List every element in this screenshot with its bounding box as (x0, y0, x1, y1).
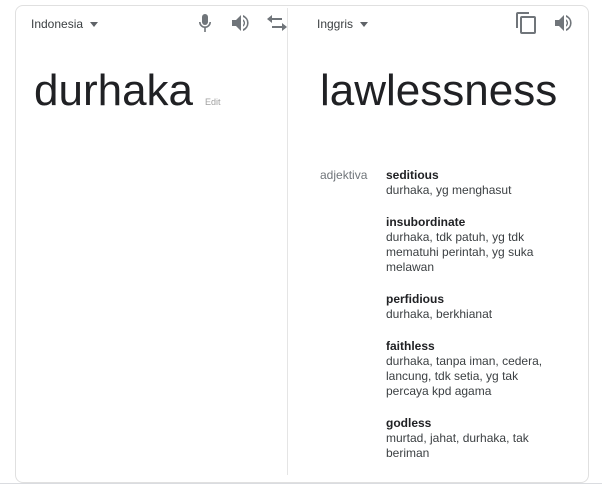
dictionary-entry: godless murtad, jahat, durhaka, tak beri… (386, 416, 561, 461)
bottom-border (0, 483, 602, 484)
speaker-icon[interactable] (229, 11, 253, 35)
chevron-down-icon (360, 21, 369, 27)
source-language-label: Indonesia (31, 17, 84, 31)
source-language-select[interactable]: Indonesia (31, 17, 99, 31)
edit-link[interactable]: Edit (205, 97, 221, 107)
entry-meanings: murtad, jahat, durhaka, tak beriman (386, 431, 529, 460)
chevron-down-icon (90, 21, 99, 27)
microphone-icon[interactable] (193, 11, 217, 35)
dictionary-entries: seditious durhaka, yg menghasut insubord… (386, 168, 561, 478)
entry-word[interactable]: seditious (386, 168, 561, 183)
source-text[interactable]: durhaka (34, 66, 193, 116)
entry-meanings: durhaka, tdk patuh, yg tdk mematuhi peri… (386, 230, 534, 274)
entry-word[interactable]: godless (386, 416, 561, 431)
speaker-icon[interactable] (552, 11, 576, 35)
entry-meanings: durhaka, yg menghasut (386, 183, 512, 197)
translation-text: lawlessness (320, 66, 558, 115)
dictionary-entry: perfidious durhaka, berkhianat (386, 292, 561, 322)
copy-icon[interactable] (514, 11, 538, 35)
panel-divider (287, 8, 288, 475)
entry-word[interactable]: faithless (386, 339, 561, 354)
entry-meanings: durhaka, tanpa iman, cedera, lancung, td… (386, 354, 543, 398)
target-language-label: Inggris (317, 17, 354, 31)
dictionary-entry: faithless durhaka, tanpa iman, cedera, l… (386, 339, 561, 399)
entry-meanings: durhaka, berkhianat (386, 307, 493, 321)
dictionary-entry: seditious durhaka, yg menghasut (386, 168, 561, 198)
entry-word[interactable]: perfidious (386, 292, 561, 307)
entry-word[interactable]: insubordinate (386, 215, 561, 230)
swap-languages-icon[interactable] (265, 11, 289, 35)
target-language-select[interactable]: Inggris (317, 17, 369, 31)
part-of-speech-label: adjektiva (320, 168, 368, 182)
dictionary-entry: insubordinate durhaka, tdk patuh, yg tdk… (386, 215, 561, 275)
